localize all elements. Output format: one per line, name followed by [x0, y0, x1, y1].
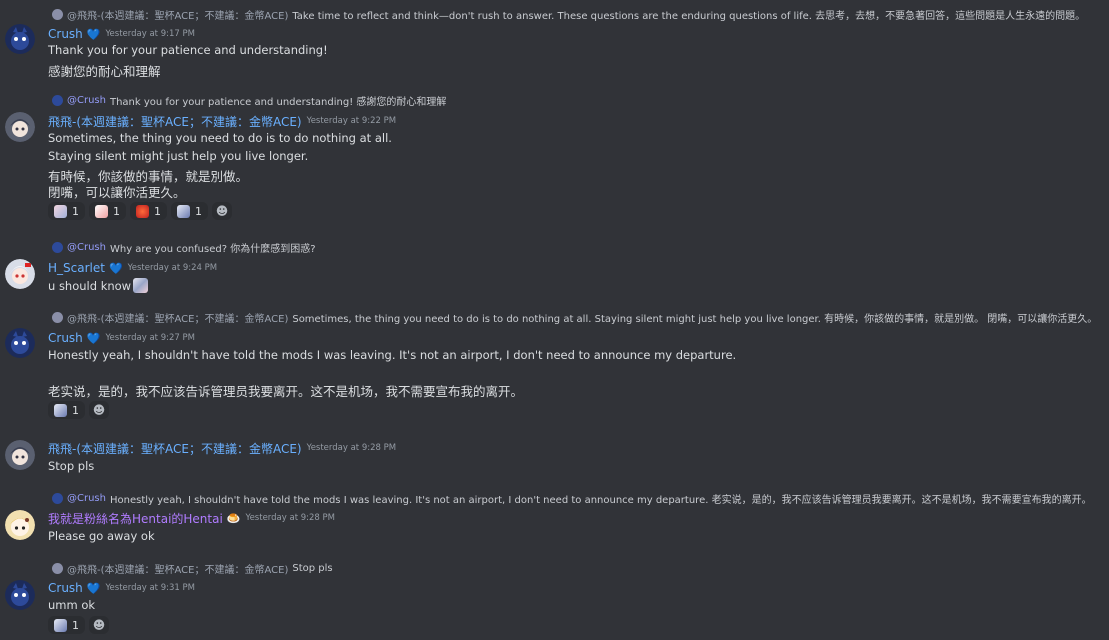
username[interactable]: Crush	[48, 331, 83, 345]
reply-avatar	[52, 562, 63, 574]
reaction[interactable]: 1	[130, 202, 167, 220]
reaction-bar: 1 1 1 1 ☻	[48, 202, 232, 222]
reply-avatar	[52, 8, 63, 20]
chat-log: @飛飛-(本週建議：聖杯ACE；不建議：金幣ACE) Take time to …	[0, 0, 1109, 640]
timestamp: Yesterday at 9:24 PM	[127, 263, 218, 273]
reply-preview[interactable]: @Crush Honestly yeah, I shouldn't have t…	[52, 491, 1102, 505]
avatar[interactable]	[5, 580, 35, 610]
reply-author[interactable]: @飛飛-(本週建議：聖杯ACE；不建議：金幣ACE)	[67, 310, 288, 325]
message-line: Thank you for your patience and understa…	[48, 43, 328, 57]
message-line: u should know	[48, 278, 149, 293]
reply-preview[interactable]: @Crush Why are you confused? 你為什麼感到困惑?	[52, 240, 1102, 254]
reply-avatar	[52, 311, 63, 323]
message-header: H_Scarlet 💙 Yesterday at 9:24 PM	[48, 260, 217, 276]
reaction-bar: 1 ☻	[48, 616, 109, 636]
reply-text: Take time to reflect and think—don't rus…	[292, 10, 1086, 22]
reply-avatar	[52, 94, 63, 106]
avatar[interactable]	[5, 510, 35, 540]
avatar[interactable]	[5, 440, 35, 470]
heart-badge-icon: 💙	[86, 581, 101, 595]
reply-text: Why are you confused? 你為什麼感到困惑?	[109, 243, 316, 255]
timestamp: Yesterday at 9:22 PM	[306, 116, 397, 126]
reaction[interactable]: 1	[48, 616, 85, 634]
timestamp: Yesterday at 9:17 PM	[105, 29, 195, 39]
anime-sticker-icon	[54, 403, 67, 417]
avatar[interactable]	[5, 259, 35, 289]
message-header: Crush 💙 Yesterday at 9:17 PM	[48, 26, 195, 42]
timestamp: Yesterday at 9:31 PM	[105, 583, 195, 593]
reply-author[interactable]: @Crush	[67, 95, 106, 106]
message-line: Please go away ok	[48, 529, 155, 543]
username[interactable]: H_Scarlet	[48, 261, 105, 275]
reaction-count: 1	[72, 618, 79, 632]
reply-avatar	[52, 492, 63, 504]
message-line: 老实说，是的，我不应该告诉管理员我要离开。这不是机场，我不需要宣布我的离开。	[48, 384, 524, 399]
pudding-badge-icon: 🍮	[226, 511, 241, 525]
anime-sticker-icon	[54, 204, 67, 218]
message-line: Staying silent might just help you live …	[48, 149, 309, 163]
reply-author[interactable]: @飛飛-(本週建議：聖杯ACE；不建議：金幣ACE)	[67, 561, 288, 576]
reply-text: Stop pls	[292, 562, 333, 574]
username[interactable]: 飛飛-(本週建議：聖杯ACE；不建議：金幣ACE)	[48, 440, 302, 457]
reaction[interactable]: 1	[48, 202, 85, 220]
message-header: Crush 💙 Yesterday at 9:31 PM	[48, 580, 195, 596]
reaction-count: 1	[195, 204, 202, 218]
message-header: Crush 💙 Yesterday at 9:27 PM	[48, 330, 195, 346]
reply-text: Sometimes, the thing you need to do is t…	[292, 313, 1098, 325]
username[interactable]: 飛飛-(本週建議：聖杯ACE；不建議：金幣ACE)	[48, 113, 302, 130]
fire-sticker-icon	[136, 204, 149, 218]
reaction-count: 1	[72, 403, 79, 417]
message-line: umm ok	[48, 598, 96, 612]
username[interactable]: 我就是粉絲名為Hentai的Hentai	[48, 510, 223, 527]
heart-badge-icon: 💙	[86, 27, 101, 41]
reply-avatar	[52, 241, 63, 253]
message-header: 我就是粉絲名為Hentai的Hentai 🍮 Yesterday at 9:28…	[48, 510, 335, 526]
message-line: 閉嘴，可以讓你活更久。	[48, 185, 186, 200]
message-line: Sometimes, the thing you need to do is t…	[48, 131, 392, 145]
reply-preview[interactable]: @Crush Thank you for your patience and u…	[52, 93, 1102, 107]
message-text: u should know	[48, 279, 132, 293]
anime-sticker-icon	[177, 204, 190, 218]
anime-sticker-icon	[54, 618, 67, 632]
avatar[interactable]	[5, 328, 35, 358]
reaction[interactable]: 1	[48, 401, 85, 419]
reply-preview[interactable]: @飛飛-(本週建議：聖杯ACE；不建議：金幣ACE) Stop pls	[52, 561, 1102, 575]
reaction[interactable]: 1	[171, 202, 208, 220]
reply-preview[interactable]: @飛飛-(本週建議：聖杯ACE；不建議：金幣ACE) Take time to …	[52, 7, 1102, 21]
reaction-count: 1	[72, 204, 79, 218]
anime-sticker-icon	[95, 204, 108, 218]
heart-badge-icon: 💙	[108, 261, 123, 275]
reaction-count: 1	[113, 204, 120, 218]
reply-text: Thank you for your patience and understa…	[109, 96, 447, 108]
message-line: Honestly yeah, I shouldn't have told the…	[48, 348, 737, 362]
reaction-count: 1	[154, 204, 161, 218]
reply-author[interactable]: @Crush	[67, 242, 106, 253]
message-header: 飛飛-(本週建議：聖杯ACE；不建議：金幣ACE) Yesterday at 9…	[48, 440, 396, 456]
message-header: 飛飛-(本週建議：聖杯ACE；不建議：金幣ACE) Yesterday at 9…	[48, 113, 396, 129]
add-reaction-icon[interactable]: ☻	[212, 202, 232, 220]
reaction-bar: 1 ☻	[48, 401, 109, 421]
avatar[interactable]	[5, 24, 35, 54]
reply-preview[interactable]: @飛飛-(本週建議：聖杯ACE；不建議：金幣ACE) Sometimes, th…	[52, 310, 1102, 324]
username[interactable]: Crush	[48, 27, 83, 41]
anime-sticker-icon	[133, 278, 149, 293]
timestamp: Yesterday at 9:28 PM	[245, 513, 335, 523]
add-reaction-icon[interactable]: ☻	[89, 616, 109, 634]
reaction[interactable]: 1	[89, 202, 126, 220]
reply-author[interactable]: @Crush	[67, 493, 106, 504]
reply-text: Honestly yeah, I shouldn't have told the…	[109, 494, 1092, 506]
avatar[interactable]	[5, 112, 35, 142]
heart-badge-icon: 💙	[86, 331, 101, 345]
add-reaction-icon[interactable]: ☻	[89, 401, 109, 419]
timestamp: Yesterday at 9:27 PM	[105, 333, 195, 343]
reply-author[interactable]: @飛飛-(本週建議：聖杯ACE；不建議：金幣ACE)	[67, 7, 288, 22]
message-line: Stop pls	[48, 459, 95, 473]
message-line: 感謝您的耐心和理解	[48, 64, 161, 79]
username[interactable]: Crush	[48, 581, 83, 595]
timestamp: Yesterday at 9:28 PM	[306, 443, 397, 453]
